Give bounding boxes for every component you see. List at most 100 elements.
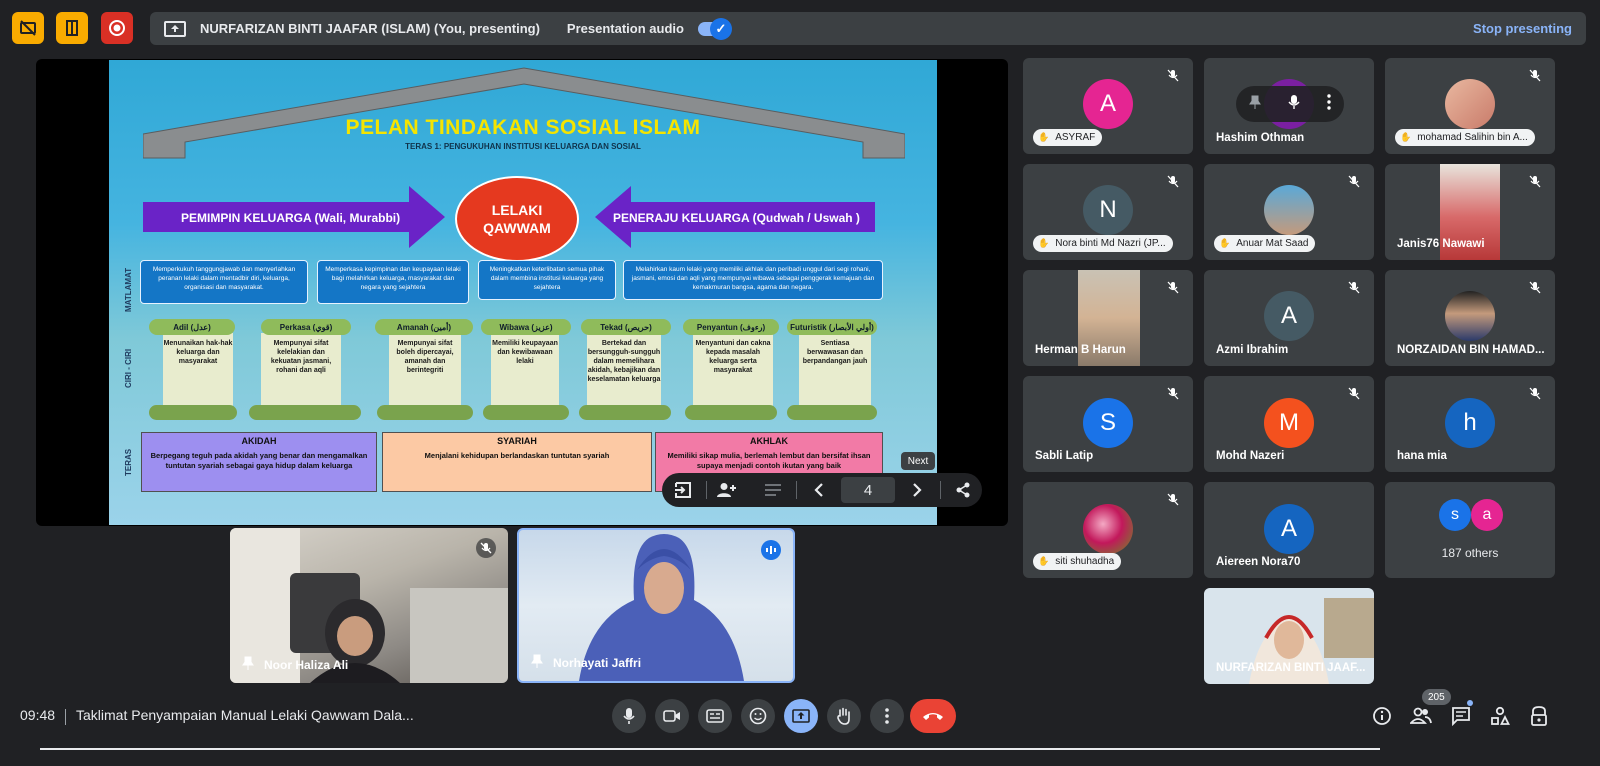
divider [706, 481, 707, 499]
reactions-button[interactable] [741, 699, 775, 733]
ciri-title: Futuristik (أولي الأبصار) [787, 319, 877, 335]
presenting-text: NURFARIZAN BINTI JAAFAR (ISLAM) (You, pr… [200, 21, 540, 36]
exit-slides-icon[interactable] [666, 473, 700, 507]
avatar: A [1264, 291, 1314, 341]
avatar: a [1471, 499, 1503, 531]
slide-title: PELAN TINDAKAN SOSIAL ISLAM [345, 116, 701, 139]
participant-name: Hashim Othman [1216, 132, 1305, 144]
pillar-base [377, 405, 473, 420]
presentation-stage: PELAN TINDAKAN SOSIAL ISLAM TERAS 1: PEN… [36, 59, 1008, 526]
stop-presenting-button[interactable]: Stop presenting [1473, 21, 1572, 36]
teras-body: Memiliki sikap mulia, berlemah lembut da… [667, 451, 871, 470]
participant-tile[interactable]: Herman B Harun [1023, 270, 1193, 366]
previous-slide-button[interactable] [802, 473, 836, 507]
participant-tile[interactable]: NORZAIDAN BIN HAMAD... [1385, 270, 1555, 366]
avatar [1445, 79, 1495, 129]
ciri-body: Menunaikan hak-hak keluarga dan masyarak… [163, 333, 233, 407]
ciri-body: Bertekad dan bersungguh-sungguh dalam me… [587, 333, 661, 407]
self-video-tile[interactable]: NURFARIZAN BINTI JAAF... [1204, 588, 1374, 684]
activities-icon[interactable] [1488, 704, 1512, 728]
speaker-notes-icon[interactable] [756, 473, 790, 507]
leave-call-button[interactable] [910, 699, 956, 733]
pillar-base [249, 405, 361, 420]
raise-hand-button[interactable] [827, 699, 861, 733]
recording-icon[interactable] [101, 12, 133, 44]
ciri-body: Sentiasa berwawasan dan berpandangan jau… [799, 333, 871, 407]
avatar [1445, 291, 1495, 341]
video-tile-norhayati[interactable]: Norhayati Jaffri [517, 528, 795, 683]
participant-tile[interactable]: N ✋ Nora binti Md Nazri (JP... [1023, 164, 1193, 260]
camera-button[interactable] [655, 699, 689, 733]
participant-tile[interactable]: A Azmi Ibrahim [1204, 270, 1374, 366]
microphone-icon [623, 708, 635, 724]
participant-name: Nora binti Md Nazri (JP... [1055, 238, 1166, 249]
ciri-title: Amanah (أمين) [375, 319, 473, 335]
mic-off-icon [476, 538, 496, 558]
participant-name: Anuar Mat Saad [1236, 238, 1309, 249]
present-screen-icon [792, 709, 810, 723]
video-tile-noor-haliza[interactable]: Noor Haliza Ali [230, 528, 508, 683]
teras-label: TERAS [124, 448, 133, 476]
hand-icon: ✋ [1219, 238, 1231, 248]
participant-tile[interactable]: Janis76 Nawawi [1385, 164, 1555, 260]
meeting-details-icon[interactable] [1370, 704, 1394, 728]
participant-name-pill: ✋ mohamad Salihin bin A... [1395, 129, 1535, 146]
hand-icon [837, 707, 850, 725]
captions-button[interactable] [698, 699, 732, 733]
participant-name: siti shuhadha [1055, 556, 1115, 567]
participant-tile[interactable]: ✋ siti shuhadha [1023, 482, 1193, 578]
ciri-title: Adil (عدل) [149, 319, 235, 335]
add-person-icon[interactable] [710, 473, 744, 507]
participant-tile[interactable]: A Aiereen Nora70 [1204, 482, 1374, 578]
host-controls-icon[interactable] [1527, 704, 1551, 728]
teras-title: AKIDAH [241, 436, 277, 446]
captions-off-icon[interactable] [12, 12, 44, 44]
more-options-button[interactable] [870, 699, 904, 733]
avatar: h [1445, 398, 1495, 448]
mic-off-icon [1167, 175, 1179, 188]
ciri-body: Menyantuni dan cakna kepada masalah kelu… [693, 333, 773, 407]
clock: 09:48 [20, 707, 56, 723]
left-arrow-label: PEMIMPIN KELUARGA (Wali, Murabbi) [181, 211, 401, 225]
participant-name: Noor Haliza Ali [264, 657, 349, 672]
mic-off-icon [1348, 281, 1360, 294]
participant-tile[interactable]: ✋ Anuar Mat Saad [1204, 164, 1374, 260]
microphone-button[interactable] [612, 699, 646, 733]
share-icon[interactable] [946, 473, 980, 507]
pin-icon[interactable] [1249, 95, 1262, 113]
teras-title: AKHLAK [750, 436, 788, 446]
hand-icon: ✋ [1038, 556, 1050, 566]
others-tile[interactable]: s a 187 others [1385, 482, 1555, 578]
mic-off-icon [1348, 175, 1360, 188]
participant-tile[interactable]: Hashim Othman [1204, 58, 1374, 154]
participant-tile[interactable]: M Mohd Nazeri [1204, 376, 1374, 472]
present-button[interactable] [784, 699, 818, 733]
presentation-audio-toggle[interactable]: ✓ [697, 17, 732, 40]
next-slide-button[interactable] [900, 473, 934, 507]
oval-line-2: QAWWAM [483, 220, 551, 236]
video-name-label: Noor Haliza Ali [242, 656, 348, 673]
participant-name: NORZAIDAN BIN HAMAD... [1397, 344, 1545, 356]
microphone-icon[interactable] [1288, 94, 1300, 114]
mic-off-icon [1529, 387, 1541, 400]
companion-mode-icon[interactable] [56, 12, 88, 44]
slide-controls-bar: 4 [662, 473, 982, 507]
presentation-audio-label: Presentation audio [566, 21, 684, 36]
participant-tile[interactable]: ✋ mohamad Salihin bin A... [1385, 58, 1555, 154]
captions-icon [706, 709, 724, 723]
ciri-body: Mempunyai sifat kelelakian dan kekuatan … [261, 333, 341, 407]
ciri-title: Tekad (حريص) [581, 319, 671, 335]
participant-tile[interactable]: A ✋ ASYRAF [1023, 58, 1193, 154]
presenting-banner: NURFARIZAN BINTI JAAFAR (ISLAM) (You, pr… [150, 12, 1586, 45]
people-icon[interactable] [1409, 704, 1433, 728]
participant-tile[interactable]: h hana mia [1385, 376, 1555, 472]
avatar [1264, 185, 1314, 235]
chat-icon[interactable] [1449, 704, 1473, 728]
slide-page-number[interactable]: 4 [841, 477, 895, 503]
oval-line-1: LELAKI [491, 202, 543, 218]
more-options-icon[interactable] [1326, 94, 1331, 114]
participant-name: Herman B Harun [1035, 344, 1126, 356]
participant-name-pill: ✋ Anuar Mat Saad [1214, 235, 1316, 252]
people-count-badge: 205 [1422, 689, 1451, 705]
participant-tile[interactable]: S Sabli Latip [1023, 376, 1193, 472]
